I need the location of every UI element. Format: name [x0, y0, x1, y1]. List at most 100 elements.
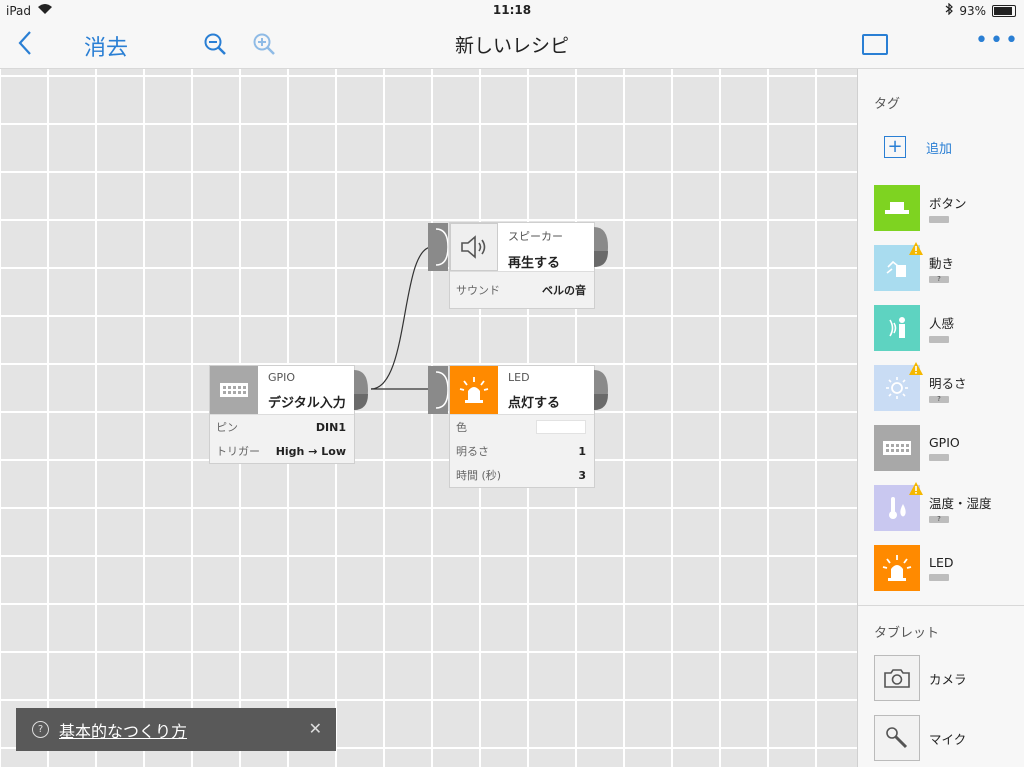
- tag-item-brightness[interactable]: 明るさ?: [874, 362, 1024, 412]
- tag-item-led[interactable]: LED: [874, 544, 1024, 592]
- recipe-canvas[interactable]: GPIO デジタル入力 ピン DIN1 トリガー High → Low スピーカー …: [0, 69, 857, 767]
- brightness-icon: [874, 362, 923, 411]
- tag-name: GPIO: [929, 435, 960, 450]
- property-value: High → Low: [275, 444, 346, 458]
- property-row[interactable]: サウンド ベルの音: [450, 278, 594, 302]
- output-port[interactable]: [594, 223, 608, 271]
- tag-badge: ?: [929, 396, 949, 403]
- tag-name: 動き: [929, 256, 955, 271]
- help-link[interactable]: 基本的なつくり方: [59, 718, 187, 742]
- node-speaker[interactable]: スピーカー 再生する サウンド ベルの音: [428, 223, 608, 308]
- output-port[interactable]: [594, 366, 608, 414]
- tablet-section-title: タブレット: [874, 626, 940, 641]
- more-button[interactable]: •••: [975, 28, 1020, 53]
- tag-name: 明るさ: [929, 376, 967, 391]
- property-label: 時間 (秒): [456, 469, 502, 482]
- add-tag-button[interactable]: + 追加: [884, 136, 952, 158]
- tag-badge: ?: [929, 276, 949, 283]
- status-bar: iPad 11:18 93%: [0, 0, 1024, 20]
- property-row[interactable]: ピン DIN1: [210, 415, 354, 439]
- node-properties: ピン DIN1 トリガー High → Low: [210, 414, 354, 463]
- button-icon: [874, 185, 920, 231]
- chevron-left-icon: [18, 31, 31, 55]
- property-label: ピン: [216, 421, 238, 434]
- tag-item-gpio[interactable]: GPIO: [874, 424, 1024, 472]
- tag-item-temperature-humidity[interactable]: 温度・湿度?: [874, 482, 1024, 532]
- tag-item-button[interactable]: ボタン: [874, 184, 1024, 232]
- property-label: 明るさ: [456, 445, 489, 458]
- status-time: 11:18: [492, 3, 532, 17]
- camera-icon: [874, 655, 920, 701]
- property-value: 3: [578, 468, 586, 482]
- property-row[interactable]: 時間 (秒) 3: [450, 463, 594, 487]
- help-toast: ? 基本的なつくり方 ✕: [16, 708, 336, 751]
- sidebar: タグ + 追加 ボタン 動き? 人感 明るさ? GPIO 温度・湿度 ? LED…: [857, 69, 1024, 767]
- tag-name: ボタン: [929, 196, 967, 211]
- help-icon: ?: [32, 721, 49, 738]
- zoom-in-icon: [253, 33, 275, 55]
- output-port[interactable]: [354, 366, 368, 414]
- tag-badge: [929, 454, 949, 461]
- node-gpio[interactable]: GPIO デジタル入力 ピン DIN1 トリガー High → Low: [210, 366, 368, 463]
- property-row[interactable]: 色: [450, 415, 594, 439]
- property-value: DIN1: [315, 420, 346, 434]
- zoom-out-icon: [204, 33, 226, 55]
- tablet-item-microphone[interactable]: マイク: [874, 714, 1024, 762]
- warning-icon: [909, 482, 923, 495]
- property-label: トリガー: [216, 445, 260, 458]
- node-type-label: スピーカー: [508, 230, 563, 243]
- node-properties: 色 明るさ 1 時間 (秒) 3: [450, 414, 594, 487]
- property-row[interactable]: 明るさ 1: [450, 439, 594, 463]
- connection-wires: [370, 246, 433, 390]
- input-port[interactable]: [428, 223, 448, 271]
- property-row[interactable]: トリガー High → Low: [210, 439, 354, 463]
- color-swatch[interactable]: [536, 420, 586, 434]
- node-action-label: 再生する: [508, 256, 561, 271]
- tablet-item-name: カメラ: [929, 671, 967, 687]
- gpio-icon: [210, 366, 258, 414]
- gpio-icon: [874, 425, 920, 471]
- input-port[interactable]: [428, 366, 448, 414]
- node-type-label: GPIO: [268, 371, 296, 384]
- back-button[interactable]: [14, 28, 38, 58]
- node-led[interactable]: LED 点灯する 色 明るさ 1 時間 (秒) 3: [428, 366, 608, 487]
- led-icon: [874, 545, 920, 591]
- tablet-item-camera[interactable]: カメラ: [874, 654, 1024, 702]
- bluetooth-icon: [945, 2, 954, 18]
- tag-badge: [929, 574, 949, 581]
- section-divider: [858, 605, 1024, 606]
- tag-name: 温度・湿度: [929, 496, 992, 511]
- wire-gpio-to-speaker: [370, 246, 433, 390]
- tag-name: LED: [929, 555, 954, 570]
- property-label: サウンド: [456, 284, 500, 297]
- led-icon: [450, 366, 498, 414]
- property-value: 1: [578, 444, 586, 458]
- zoom-in-button[interactable]: [252, 32, 278, 62]
- tag-badge: [929, 216, 949, 223]
- node-type-label: LED: [508, 371, 530, 384]
- tag-item-motion[interactable]: 動き?: [874, 242, 1024, 292]
- erase-button[interactable]: 消去: [84, 30, 128, 62]
- node-action-label: デジタル入力: [268, 396, 346, 411]
- speaker-icon: [450, 223, 498, 271]
- node-action-label: 点灯する: [508, 396, 561, 411]
- tags-section-title: タグ: [874, 97, 901, 112]
- motion-icon: [874, 242, 923, 291]
- close-icon[interactable]: ✕: [309, 719, 322, 738]
- node-properties: サウンド ベルの音: [450, 271, 594, 308]
- warning-icon: [909, 362, 923, 375]
- plus-icon: +: [884, 136, 906, 158]
- add-tag-label: 追加: [926, 141, 953, 157]
- microphone-icon: [874, 715, 920, 761]
- battery-percent: 93%: [959, 3, 986, 18]
- property-label: 色: [456, 421, 467, 434]
- battery-icon: [992, 4, 1016, 17]
- tablet-item-name: マイク: [929, 731, 967, 747]
- human-sensor-icon: [874, 305, 920, 351]
- property-value: ベルの音: [542, 284, 586, 297]
- view-toggle-button[interactable]: [862, 34, 888, 55]
- zoom-out-button[interactable]: [203, 32, 229, 62]
- navigation-bar: 消去 新しいレシピ •••: [0, 20, 1024, 69]
- tag-badge: [929, 336, 949, 343]
- tag-item-human-sensor[interactable]: 人感: [874, 304, 1024, 352]
